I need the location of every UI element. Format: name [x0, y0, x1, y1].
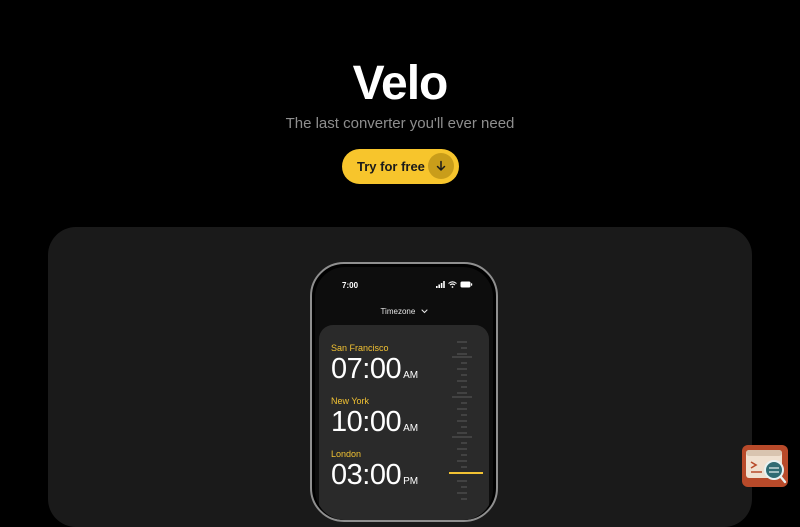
terminal-search-icon [746, 450, 787, 484]
cta-label: Try for free [357, 159, 425, 174]
floating-action-button[interactable] [742, 445, 788, 487]
phone-mockup: 7:00 Timezone San Francisco 07:00 AM New… [310, 262, 498, 522]
try-for-free-button[interactable]: Try for free [342, 149, 459, 184]
time-ruler-slider[interactable] [315, 267, 493, 520]
hero-subtitle: The last converter you'll ever need [285, 115, 515, 132]
arrow-down-icon [428, 153, 454, 179]
phone-screen: 7:00 Timezone San Francisco 07:00 AM New… [315, 267, 493, 520]
hero-title: Velo [352, 57, 449, 110]
